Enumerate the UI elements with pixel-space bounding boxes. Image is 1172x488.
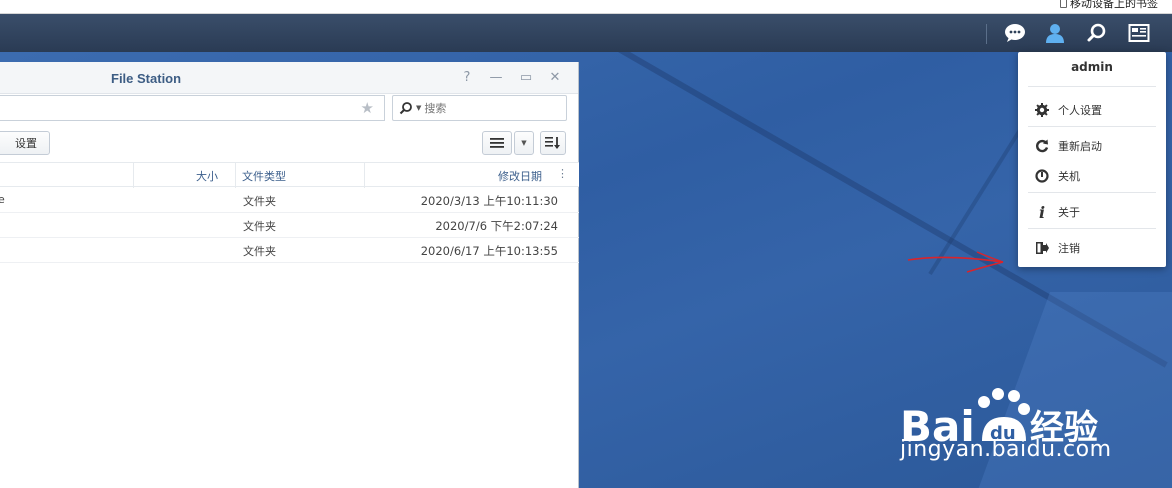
row-type: 文件夹 xyxy=(243,220,276,233)
watermark-url: jingyan.baidu.com xyxy=(900,437,1112,462)
column-menu-icon[interactable]: ⋮ xyxy=(557,167,568,180)
browser-bookmark-bar: 移动设备上的书签 xyxy=(0,0,1172,14)
user-button[interactable] xyxy=(1041,20,1069,46)
menu-divider xyxy=(1028,228,1156,229)
menu-item-label: 关于 xyxy=(1058,206,1080,219)
maximize-button[interactable]: ▭ xyxy=(518,70,534,86)
menu-item-personal-settings[interactable]: 个人设置 xyxy=(1034,100,1102,120)
row-type: 文件夹 xyxy=(243,245,276,258)
path-bar[interactable]: ★ xyxy=(0,95,385,121)
search-button[interactable] xyxy=(1083,20,1111,46)
window-titlebar[interactable]: File Station ? — ▭ ✕ xyxy=(0,62,578,94)
column-header-type[interactable]: 文件类型 xyxy=(242,168,286,184)
menu-divider xyxy=(1028,192,1156,193)
column-divider[interactable] xyxy=(133,163,134,188)
menu-item-restart[interactable]: 重新启动 xyxy=(1034,136,1102,156)
mobile-bookmarks-link[interactable]: 移动设备上的书签 xyxy=(1060,0,1158,11)
search-icon xyxy=(399,102,412,115)
widget-icon xyxy=(1128,24,1150,42)
sort-icon xyxy=(545,137,560,149)
user-icon xyxy=(1046,24,1064,43)
search-input[interactable] xyxy=(424,101,545,115)
username-label: admin xyxy=(1071,60,1113,74)
chat-icon xyxy=(1005,24,1025,42)
row-name: e xyxy=(0,193,5,206)
window-title: File Station xyxy=(111,71,182,86)
column-divider[interactable] xyxy=(235,163,236,188)
table-row[interactable]: 文件夹 2020/6/17 上午10:13:55 xyxy=(0,238,579,263)
info-icon: i xyxy=(1038,202,1046,222)
menu-item-label: 注销 xyxy=(1058,242,1080,255)
table-row[interactable]: e 文件夹 2020/3/13 上午10:11:30 xyxy=(0,188,579,213)
column-divider[interactable] xyxy=(364,163,365,188)
minimize-button[interactable]: — xyxy=(488,70,504,86)
taskbar-separator xyxy=(986,24,987,44)
list-view-icon xyxy=(490,138,504,148)
favorite-star-icon[interactable]: ★ xyxy=(361,99,374,117)
view-mode-dropdown[interactable]: ▼ xyxy=(514,131,534,155)
settings-button[interactable]: 设置 xyxy=(0,131,50,155)
row-type: 文件夹 xyxy=(243,195,276,208)
settings-button-label: 设置 xyxy=(15,137,37,150)
file-station-window: File Station ? — ▭ ✕ ★ ▼ 设置 ▼ xyxy=(0,62,579,488)
chat-button[interactable] xyxy=(1001,20,1029,46)
search-options-caret-icon[interactable]: ▼ xyxy=(416,104,421,112)
annotation-arrow-icon xyxy=(907,251,1004,273)
restart-icon xyxy=(1036,139,1049,153)
view-mode-button[interactable] xyxy=(482,131,512,155)
chevron-down-icon: ▼ xyxy=(521,139,527,147)
logout-icon xyxy=(1036,242,1049,254)
phone-icon xyxy=(1060,0,1067,8)
dsm-taskbar xyxy=(0,14,1172,52)
menu-item-label: 个人设置 xyxy=(1058,104,1102,117)
help-button[interactable]: ? xyxy=(459,70,475,86)
row-date: 2020/7/6 下午2:07:24 xyxy=(435,219,558,233)
column-header-size[interactable]: 大小 xyxy=(196,168,218,184)
close-button[interactable]: ✕ xyxy=(547,70,563,86)
menu-divider xyxy=(1028,86,1156,87)
menu-divider xyxy=(1028,126,1156,127)
menu-item-shutdown[interactable]: 关机 xyxy=(1034,166,1080,186)
mobile-bookmarks-label: 移动设备上的书签 xyxy=(1070,0,1158,10)
widgets-button[interactable] xyxy=(1125,20,1153,46)
table-row[interactable]: 文件夹 2020/7/6 下午2:07:24 xyxy=(0,213,579,238)
row-date: 2020/6/17 上午10:13:55 xyxy=(420,244,558,258)
search-icon xyxy=(1087,23,1106,42)
search-box[interactable]: ▼ xyxy=(392,95,567,121)
row-date: 2020/3/13 上午10:11:30 xyxy=(420,194,558,208)
menu-item-logout[interactable]: 注销 xyxy=(1034,238,1080,258)
power-icon xyxy=(1035,169,1049,183)
sort-button[interactable] xyxy=(540,131,566,155)
menu-item-about[interactable]: i 关于 xyxy=(1034,202,1080,222)
menu-item-label: 关机 xyxy=(1058,170,1080,183)
file-list-header: 大小 文件类型 修改日期 ⋮ xyxy=(0,162,579,188)
gear-icon xyxy=(1035,103,1049,117)
column-header-modified[interactable]: 修改日期 xyxy=(498,168,542,184)
menu-item-label: 重新启动 xyxy=(1058,140,1102,153)
user-dropdown-menu: admin 个人设置 重新启动 关机 i 关于 注销 xyxy=(1018,52,1166,267)
